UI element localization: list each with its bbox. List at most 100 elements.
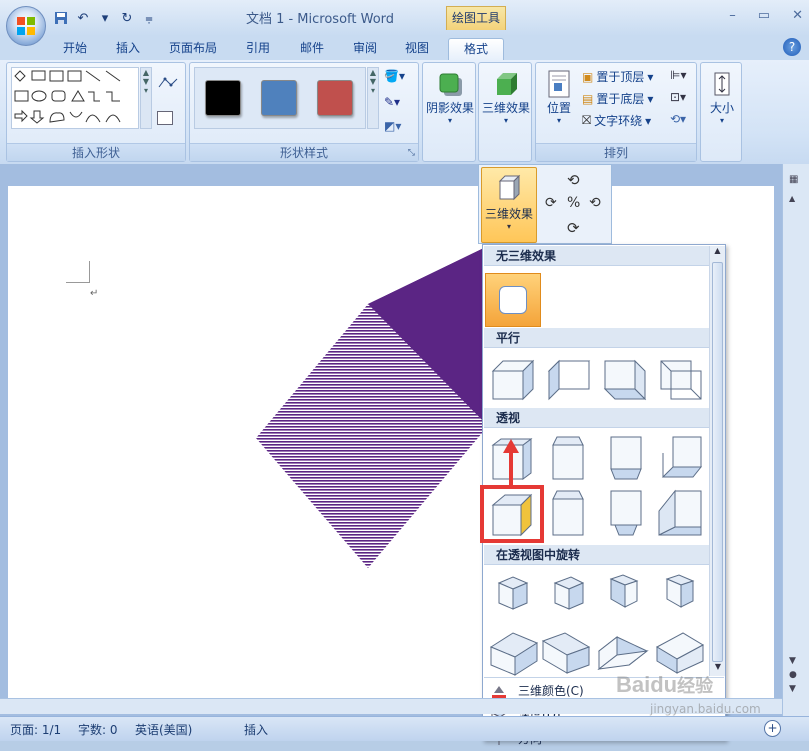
3d-effects-label: 三维效果 xyxy=(481,101,530,115)
gallery-scrollbar[interactable]: ▲ ▼ xyxy=(709,246,725,676)
3d-color-icon xyxy=(492,686,506,699)
shadow-effects-label: 阴影效果 xyxy=(425,101,474,115)
shape-fill-icon[interactable]: 🪣▾ xyxy=(384,69,405,83)
vertical-scrollbar[interactable]: ▦ ▲ ▼ ● ▼ xyxy=(782,164,809,716)
section-header-no-3d: 无三维效果 xyxy=(484,246,709,266)
scroll-up-icon[interactable]: ▲ xyxy=(789,194,803,206)
status-page[interactable]: 页面: 1/1 xyxy=(10,721,61,738)
group-arrange: 位置 ▾ ▣ 置于顶层 ▾ ▤ 置于底层 ▾ ⛝ 文字环绕 ▾ ⊫▾ ⊡▾ ⟲▾ 排列 xyxy=(535,62,697,162)
drawing-tools-tab-label: 绘图工具 xyxy=(446,6,506,30)
size-button[interactable]: 大小 ▾ xyxy=(703,69,741,125)
group-label-insert-shapes: 插入形状 xyxy=(7,143,185,161)
3d-box-icon xyxy=(498,174,521,201)
send-to-back-button[interactable]: ▤ 置于底层 ▾ xyxy=(582,90,653,107)
3d-effects-dropdown-button[interactable]: 三维效果 ▾ xyxy=(481,167,537,243)
style-swatch-black[interactable] xyxy=(205,80,241,116)
tilt-down-icon[interactable]: ⟳ xyxy=(567,219,580,237)
position-button[interactable]: 位置 ▾ xyxy=(540,69,578,125)
redo-icon[interactable]: ↻ xyxy=(118,9,136,27)
watermark-brand: Baidu经验 xyxy=(616,672,714,697)
watermark-url: jingyan.baidu.com xyxy=(650,702,761,716)
section-header-rotate: 在透视图中旋转 xyxy=(484,545,709,565)
parallel-options xyxy=(487,353,707,403)
tab-review[interactable]: 审阅 xyxy=(345,38,385,60)
section-header-parallel: 平行 xyxy=(484,328,709,348)
edit-shape-icon[interactable] xyxy=(157,75,181,91)
status-insert-mode[interactable]: 插入 xyxy=(244,721,268,738)
size-label: 大小 xyxy=(709,101,734,115)
tilt-right-icon[interactable]: ⟲ xyxy=(589,195,601,211)
undo-icon[interactable]: ↶ xyxy=(74,9,92,27)
styles-gallery-scroll[interactable]: ▲ ▼ ▾ xyxy=(367,67,379,129)
highlight-box xyxy=(480,485,544,543)
tab-insert[interactable]: 插入 xyxy=(108,38,148,60)
shadow-effects-icon xyxy=(435,69,465,99)
3d-effects-toolbar-label: 三维效果 xyxy=(484,207,533,221)
office-logo-icon xyxy=(17,17,35,35)
red-arrow-icon xyxy=(503,439,519,485)
close-button[interactable]: ✕ xyxy=(792,8,803,23)
shapes-gallery[interactable] xyxy=(11,67,139,129)
group-insert-shapes: ▲ ▼ ▾ 插入形状 xyxy=(6,62,186,162)
tab-page-layout[interactable]: 页面布局 xyxy=(163,38,223,60)
purple-shape[interactable] xyxy=(248,246,488,576)
office-button[interactable] xyxy=(6,6,46,46)
text-wrap-label: 文字环绕 xyxy=(594,114,643,128)
ribbon-tabs: 开始 插入 页面布局 引用 邮件 审阅 视图 格式 xyxy=(0,36,809,60)
browse-object-icons[interactable]: ▼ ● ▼ xyxy=(789,654,797,696)
shape-outline-icon[interactable]: ✎▾ xyxy=(384,95,400,109)
send-back-label: 置于底层 xyxy=(596,92,645,106)
group-objects-icon[interactable]: ⊡▾ xyxy=(670,90,686,104)
position-icon xyxy=(544,69,574,99)
tab-references[interactable]: 引用 xyxy=(238,38,278,60)
size-icon xyxy=(707,69,737,99)
group-shape-styles: ▲ ▼ ▾ 🪣▾ ✎▾ ◩▾ 形状样式 ⤡ xyxy=(189,62,419,162)
tab-home[interactable]: 开始 xyxy=(55,38,95,60)
menu-3d-color-label: 三维颜色(C) xyxy=(518,684,584,698)
3d-effects-toolbar: 三维效果 ▾ ⟲ ⟳ % ⟲ ⟳ xyxy=(478,164,612,244)
tab-mailings[interactable]: 邮件 xyxy=(292,38,332,60)
quick-access-toolbar: ↶ ▾ ↻ ⩦ xyxy=(52,8,158,28)
status-language[interactable]: 英语(美国) xyxy=(135,721,192,738)
group-label-shape-styles: 形状样式 xyxy=(190,143,418,161)
tab-view[interactable]: 视图 xyxy=(397,38,437,60)
customize-qat-icon[interactable]: ⩦ xyxy=(140,9,158,27)
option-no-3d[interactable] xyxy=(485,273,541,327)
text-wrapping-button[interactable]: ⛝ 文字环绕 ▾ xyxy=(582,112,651,129)
rotation-cube-icons[interactable] xyxy=(487,571,707,681)
save-icon[interactable] xyxy=(52,9,70,27)
no-3d-icon xyxy=(499,286,527,314)
zoom-in-icon[interactable]: + xyxy=(764,720,781,737)
tilt-up-icon[interactable]: ⟲ xyxy=(567,171,580,189)
tab-format[interactable]: 格式 xyxy=(448,38,504,60)
bring-to-front-button[interactable]: ▣ 置于顶层 ▾ xyxy=(582,68,653,85)
3d-effects-button[interactable]: 三维效果 ▾ xyxy=(481,69,531,125)
ribbon: ▲ ▼ ▾ 插入形状 ▲ ▼ ▾ 🪣▾ ✎▾ ◩▾ 形状样式 ⤡ 阴影效果 ▾ 三维效果… xyxy=(0,60,809,164)
minimize-button[interactable]: – xyxy=(729,8,736,23)
dialog-launcher-icon[interactable]: ⤡ xyxy=(408,148,415,158)
group-3d: 三维效果 ▾ xyxy=(478,62,532,162)
text-wrap-icon: ⛝ xyxy=(582,113,592,127)
change-shape-icon[interactable]: ◩▾ xyxy=(384,119,401,133)
tilt-left-icon[interactable]: ⟳ xyxy=(545,195,557,211)
qat-dropdown[interactable]: ▾ xyxy=(96,9,114,27)
shape-styles-gallery[interactable] xyxy=(194,67,366,129)
window-controls: – ▭ ✕ xyxy=(729,8,803,23)
style-swatch-red[interactable] xyxy=(317,80,353,116)
parallel-cube-icons[interactable] xyxy=(487,353,707,403)
rotate-icon[interactable]: ⟲▾ xyxy=(670,112,686,126)
text-box-icon[interactable] xyxy=(157,111,173,125)
ruler-toggle-icon[interactable]: ▦ xyxy=(789,174,803,190)
shapes-gallery-scroll[interactable]: ▲ ▼ ▾ xyxy=(140,67,152,129)
restore-button[interactable]: ▭ xyxy=(758,8,770,23)
style-swatch-blue[interactable] xyxy=(261,80,297,116)
shapes-gallery-icons xyxy=(14,70,121,124)
help-icon[interactable]: ? xyxy=(783,38,801,56)
group-shadow: 阴影效果 ▾ xyxy=(422,62,476,162)
3d-toggle-icon[interactable]: % xyxy=(567,195,580,211)
status-words[interactable]: 字数: 0 xyxy=(78,721,118,738)
section-header-perspective: 透视 xyxy=(484,408,709,428)
align-icon[interactable]: ⊫▾ xyxy=(670,68,686,82)
shadow-effects-button[interactable]: 阴影效果 ▾ xyxy=(425,69,475,125)
gallery-scroll-thumb[interactable] xyxy=(712,262,723,662)
